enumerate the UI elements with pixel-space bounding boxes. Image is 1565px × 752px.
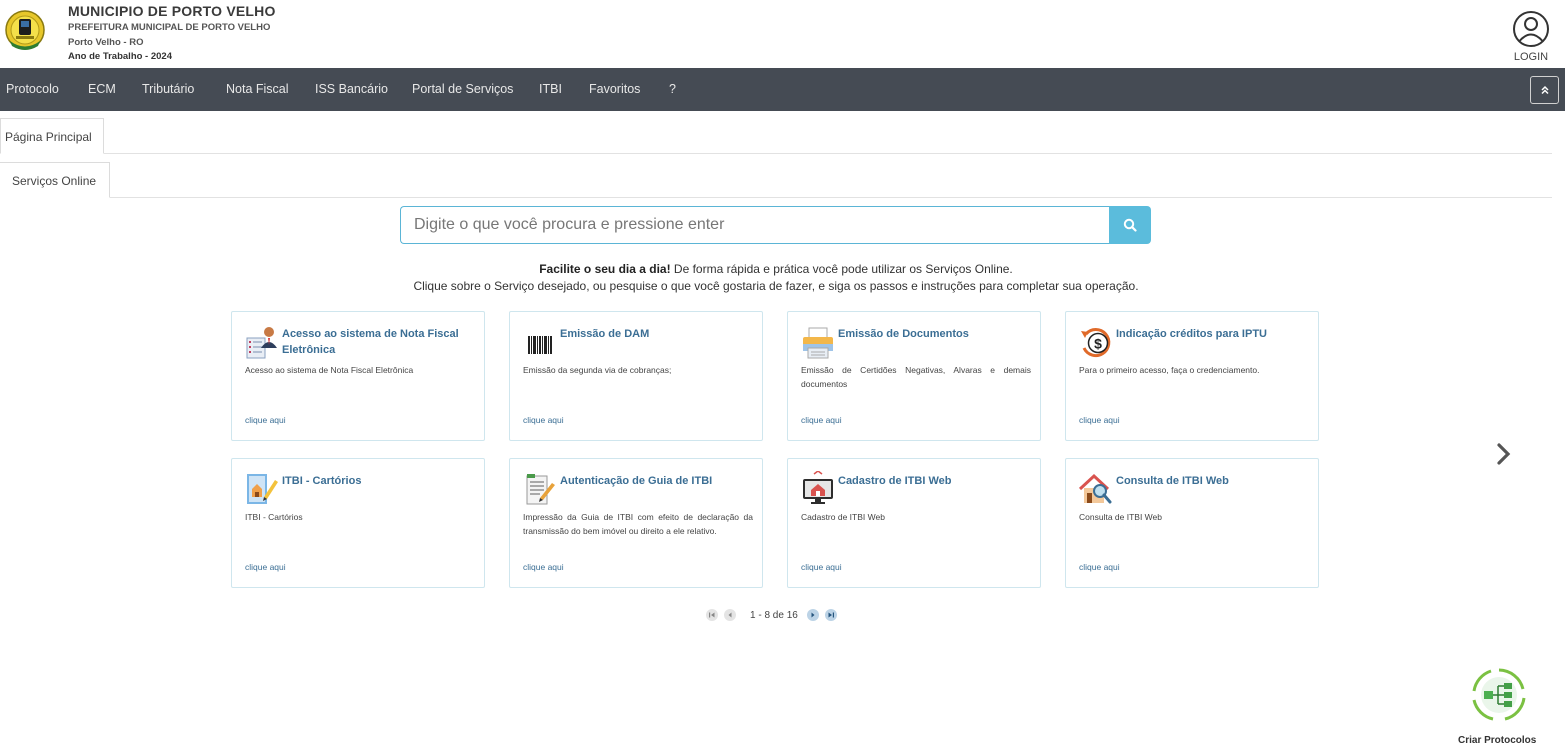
card-title: Indicação créditos para IPTU <box>1116 328 1267 340</box>
service-card-consulta-itbi[interactable]: Consulta de ITBI Web Consulta de ITBI We… <box>1065 458 1319 588</box>
search-button[interactable] <box>1109 206 1151 244</box>
card-link[interactable]: clique aqui <box>1079 415 1120 425</box>
svg-text:$: $ <box>1094 336 1102 352</box>
double-chevron-up-icon <box>1540 85 1549 95</box>
card-link[interactable]: clique aqui <box>801 415 842 425</box>
service-card-itbi-cartorios[interactable]: ITBI - Cartórios ITBI - Cartórios clique… <box>231 458 485 588</box>
nav-item-itbi[interactable]: ITBI <box>539 68 562 111</box>
card-link[interactable]: clique aqui <box>245 562 286 572</box>
tab-divider <box>104 153 1552 154</box>
service-card-autenticacao-itbi[interactable]: Autenticação de Guia de ITBI Impressão d… <box>509 458 763 588</box>
search-input[interactable] <box>400 206 1110 244</box>
work-year: Ano de Trabalho - 2024 <box>68 51 172 62</box>
prev-page-icon <box>728 612 732 618</box>
card-title: Consulta de ITBI Web <box>1116 475 1229 487</box>
document-pen-icon <box>526 474 555 505</box>
first-page-icon <box>709 612 715 618</box>
municipality-crest-icon <box>5 10 45 50</box>
monitor-house-icon <box>803 471 833 504</box>
nav-item-ecm[interactable]: ECM <box>88 68 116 111</box>
service-card-nota-fiscal[interactable]: Acesso ao sistema de Nota Fiscal Eletrôn… <box>231 311 485 441</box>
card-description: ITBI - Cartórios <box>245 512 303 522</box>
card-title: Emissão de Documentos <box>838 328 969 340</box>
org-city: Porto Velho - RO <box>68 37 144 48</box>
printer-icon <box>803 327 833 359</box>
service-card-emissao-dam[interactable]: Emissão de DAM Emissão da segunda via de… <box>509 311 763 441</box>
intro-bold: Facilite o seu dia a dia! <box>539 262 671 276</box>
next-page-button[interactable] <box>806 609 819 621</box>
card-description: Para o primeiro acesso, faça o credencia… <box>1079 365 1260 375</box>
pagination-status: 1 - 8 de 16 <box>750 609 798 621</box>
intro-line-2: Clique sobre o Serviço desejado, ou pesq… <box>413 279 1139 293</box>
card-title: ITBI - Cartórios <box>282 475 362 487</box>
create-protocol-icon[interactable] <box>1471 667 1527 723</box>
search-icon <box>1123 218 1137 232</box>
nav-item-favoritos[interactable]: Favoritos <box>589 68 640 111</box>
nav-item-iss-bancario[interactable]: ISS Bancário <box>315 68 388 111</box>
tab-pagina-principal[interactable]: Página Principal <box>0 118 104 154</box>
nav-item-portal-servicos[interactable]: Portal de Serviços <box>412 68 513 111</box>
card-link[interactable]: clique aqui <box>523 415 564 425</box>
card-title: Cadastro de ITBI Web <box>838 475 952 487</box>
carousel-next-icon[interactable] <box>1493 441 1515 467</box>
login-button[interactable]: LOGIN <box>1506 10 1556 68</box>
card-link[interactable]: clique aqui <box>245 415 286 425</box>
card-description: Consulta de ITBI Web <box>1079 512 1162 522</box>
intro-line-1: Facilite o seu dia a dia! De forma rápid… <box>0 262 1552 276</box>
login-label: LOGIN <box>1513 51 1549 63</box>
next-page-icon <box>811 612 815 618</box>
user-circle-icon <box>1513 11 1549 47</box>
card-title: Autenticação de Guia de ITBI <box>560 475 713 487</box>
nav-item-protocolo[interactable]: Protocolo <box>6 68 59 111</box>
house-magnifier-icon <box>1078 473 1112 504</box>
nav-item-nota-fiscal[interactable]: Nota Fiscal <box>226 68 289 111</box>
card-description: Cadastro de ITBI Web <box>801 512 885 522</box>
collapse-nav-button[interactable] <box>1530 76 1559 104</box>
pagination: 1 - 8 de 16 <box>706 608 843 622</box>
card-link[interactable]: clique aqui <box>1079 562 1120 572</box>
create-protocol-label[interactable]: Criar Protocolos <box>1458 735 1536 746</box>
card-link[interactable]: clique aqui <box>523 562 564 572</box>
first-page-button[interactable] <box>706 609 718 621</box>
subtab-divider <box>110 197 1552 198</box>
intro-text: De forma rápida e prática você pode util… <box>670 262 1013 276</box>
org-subtitle: PREFEITURA MUNICIPAL DE PORTO VELHO <box>68 22 271 33</box>
service-card-cadastro-itbi[interactable]: Cadastro de ITBI Web Cadastro de ITBI We… <box>787 458 1041 588</box>
card-description: Emissão da segunda via de cobranças; <box>523 365 672 375</box>
last-page-icon <box>828 612 834 618</box>
last-page-button[interactable] <box>824 609 837 621</box>
dollar-refresh-icon: $ <box>1081 328 1111 358</box>
card-link[interactable]: clique aqui <box>801 562 842 572</box>
barcode-icon <box>527 335 553 355</box>
org-title: MUNICIPIO DE PORTO VELHO <box>68 3 276 19</box>
card-description: Acesso ao sistema de Nota Fiscal Eletrôn… <box>245 365 414 375</box>
card-title: Acesso ao sistema de Nota Fiscal Eletrôn… <box>282 328 459 356</box>
card-title: Emissão de DAM <box>560 328 650 340</box>
prev-page-button[interactable] <box>724 609 736 621</box>
person-document-icon <box>246 327 277 359</box>
service-card-emissao-documentos[interactable]: Emissão de Documentos Emissão de Certidõ… <box>787 311 1041 441</box>
nav-item-tributario[interactable]: Tributário <box>142 68 194 111</box>
card-description: Emissão de Certidões Negativas, Alvaras … <box>801 365 1031 389</box>
header: MUNICIPIO DE PORTO VELHO PREFEITURA MUNI… <box>0 0 1565 68</box>
service-card-creditos-iptu[interactable]: $ Indicação créditos para IPTU Para o pr… <box>1065 311 1319 441</box>
tab-servicos-online[interactable]: Serviços Online <box>0 162 110 198</box>
card-description: Impressão da Guia de ITBI com efeito de … <box>523 512 753 536</box>
main-navbar: Protocolo ECM Tributário Nota Fiscal ISS… <box>0 68 1565 111</box>
nav-item-help[interactable]: ? <box>669 68 676 111</box>
house-document-pencil-icon <box>247 474 278 504</box>
